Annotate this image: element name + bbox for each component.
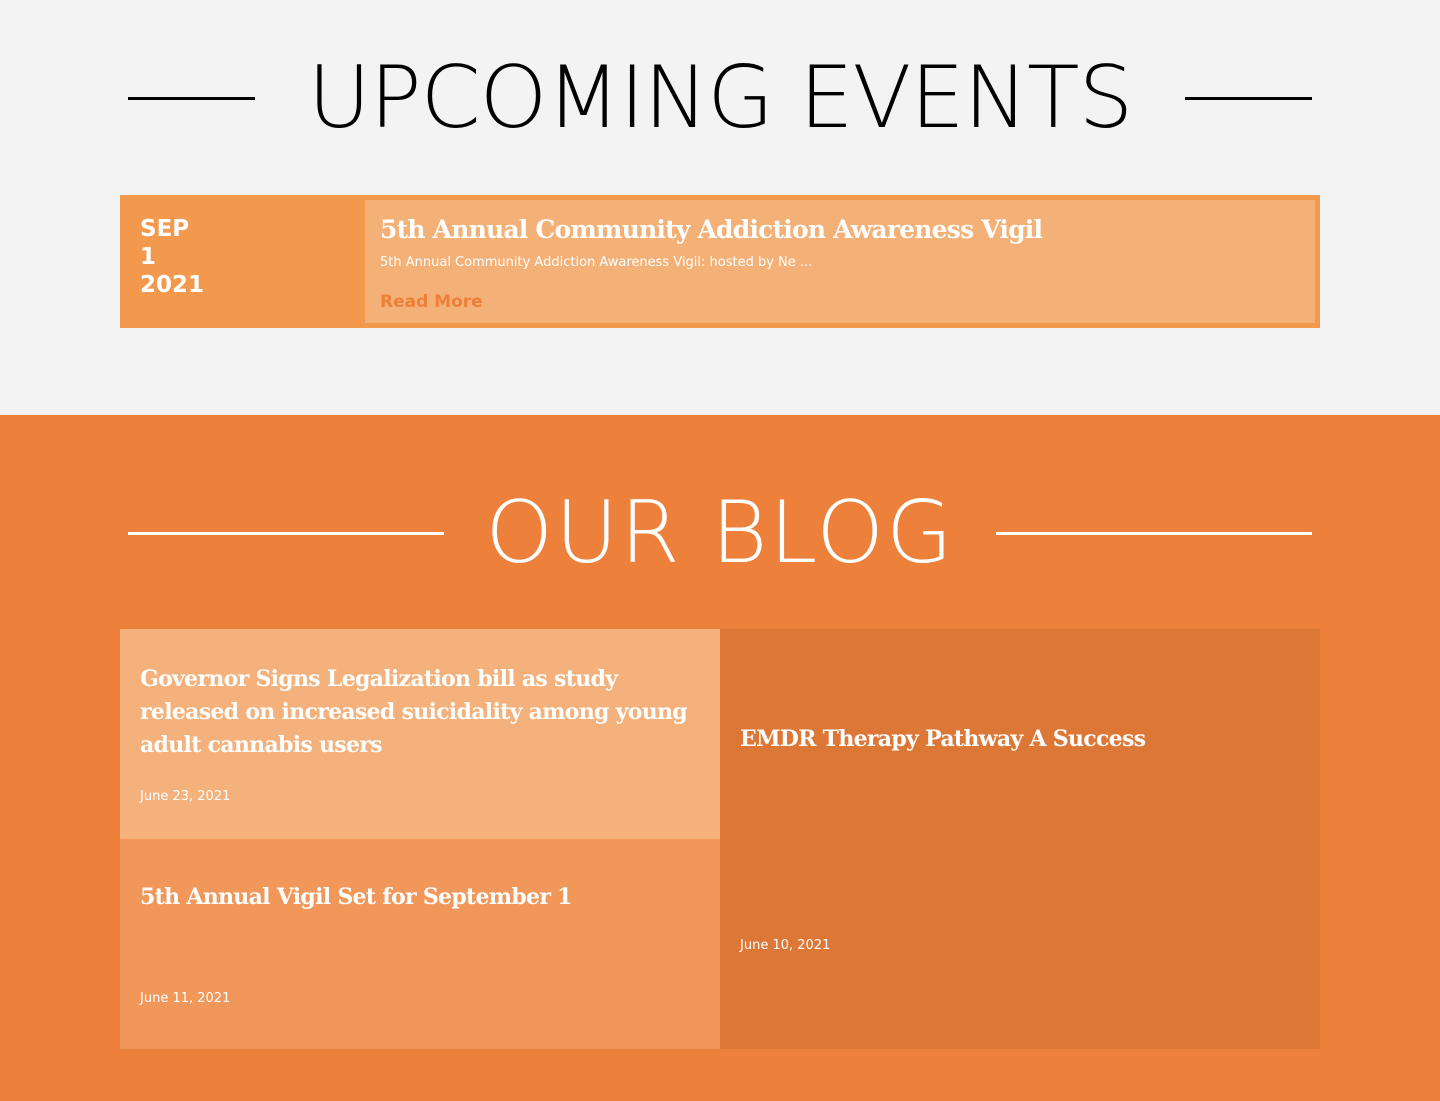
event-month: SEP xyxy=(140,216,190,242)
blog-post-title[interactable]: 5th Annual Vigil Set for September 1 xyxy=(140,881,696,914)
heading-rule-right xyxy=(1184,96,1312,100)
blog-section: OUR BLOG Governor Signs Legalization bil… xyxy=(0,415,1440,1101)
event-day: 1 xyxy=(140,244,157,270)
upcoming-events-section: UPCOMING EVENTS SEP 1 2021 5th Annual Co… xyxy=(0,0,1440,415)
blog-heading-text: OUR BLOG xyxy=(485,483,955,583)
heading-rule-right xyxy=(995,531,1312,535)
events-heading: UPCOMING EVENTS xyxy=(128,48,1312,148)
heading-rule-left xyxy=(128,96,255,100)
event-title[interactable]: 5th Annual Community Addiction Awareness… xyxy=(380,214,1300,246)
read-more-link[interactable]: Read More xyxy=(380,292,483,312)
blog-post-card[interactable]: 5th Annual Vigil Set for September 1 Jun… xyxy=(120,839,720,1049)
events-heading-text: UPCOMING EVENTS xyxy=(307,48,1133,148)
blog-post-title[interactable]: Governor Signs Legalization bill as stud… xyxy=(140,663,696,762)
blog-post-title[interactable]: EMDR Therapy Pathway A Success xyxy=(740,723,1296,756)
blog-post-date: June 11, 2021 xyxy=(140,991,231,1006)
event-card[interactable]: SEP 1 2021 5th Annual Community Addictio… xyxy=(120,195,1320,328)
event-excerpt: 5th Annual Community Addiction Awareness… xyxy=(380,255,813,270)
blog-heading: OUR BLOG xyxy=(128,483,1312,583)
event-date: SEP 1 2021 xyxy=(120,195,365,328)
blog-post-card[interactable]: Governor Signs Legalization bill as stud… xyxy=(120,629,720,839)
event-body: 5th Annual Community Addiction Awareness… xyxy=(365,200,1315,323)
blog-post-date: June 10, 2021 xyxy=(740,938,831,953)
blog-post-card[interactable]: EMDR Therapy Pathway A Success June 10, … xyxy=(720,629,1320,1049)
event-year: 2021 xyxy=(140,272,205,298)
blog-post-date: June 23, 2021 xyxy=(140,789,231,804)
heading-rule-left xyxy=(128,531,444,535)
blog-grid: Governor Signs Legalization bill as stud… xyxy=(120,629,1320,1049)
